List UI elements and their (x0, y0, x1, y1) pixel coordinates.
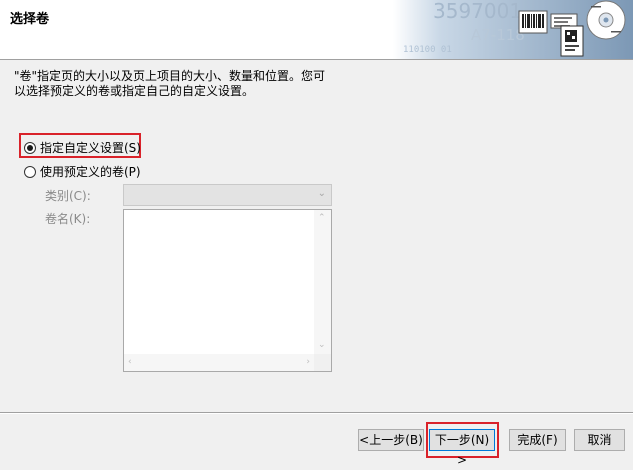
barcode-label-icon (518, 10, 548, 34)
banner-code-text: A7-118 (471, 26, 525, 44)
banner-image: 3597001 A7-118 110100 01 (393, 0, 633, 59)
scroll-left-icon[interactable]: ‹ (128, 358, 132, 367)
chevron-down-icon[interactable]: ⌄ (318, 188, 326, 199)
horizontal-scrollbar[interactable]: ‹ › (124, 354, 314, 371)
description-line-2: 以选择预定义的卷或指定自己的自定义设置。 (14, 84, 255, 98)
category-label: 类别(C): (45, 189, 91, 203)
description-text: "卷"指定页的大小以及页上项目的大小、数量和位置。您可 以选择预定义的卷或指定自… (14, 69, 344, 99)
finish-button[interactable]: 完成(F) (509, 429, 566, 451)
scroll-up-icon[interactable]: ⌃ (318, 214, 326, 223)
description-line-1: "卷"指定页的大小以及页上项目的大小、数量和位置。您可 (14, 69, 326, 83)
vertical-scrollbar[interactable]: ⌃ ⌄ (314, 210, 331, 354)
radio-unchecked-icon[interactable] (24, 165, 36, 178)
radio-checked-icon[interactable] (24, 141, 36, 154)
category-select[interactable]: ⌄ (123, 184, 332, 206)
custom-settings-radio[interactable]: 指定自定义设置(S) (24, 139, 141, 156)
predefined-sheet-radio[interactable]: 使用预定义的卷(P) (24, 163, 141, 180)
banner-number-text: 3597001 (433, 0, 522, 23)
banner-binary-text: 110100 01 (403, 45, 452, 55)
scroll-down-icon[interactable]: ⌄ (318, 341, 326, 350)
footer-divider (0, 412, 633, 414)
back-button[interactable]: <上一步(B) (358, 429, 424, 451)
disc-icon (586, 0, 626, 40)
custom-settings-label[interactable]: 指定自定义设置(S) (40, 139, 141, 156)
sheet-name-list[interactable]: ⌃ ⌄ ‹ › (123, 209, 332, 372)
sheet-name-label: 卷名(K): (45, 212, 91, 226)
next-button[interactable]: 下一步(N) > (429, 429, 495, 467)
page-title: 选择卷 (10, 12, 50, 27)
qr-card-icon (560, 25, 584, 57)
wizard-header: 选择卷 3597001 A7-118 110100 01 (0, 0, 633, 60)
cancel-button[interactable]: 取消 (574, 429, 625, 451)
predefined-sheet-label[interactable]: 使用预定义的卷(P) (40, 163, 141, 180)
scroll-right-icon[interactable]: › (306, 358, 310, 367)
scroll-corner (314, 354, 331, 371)
